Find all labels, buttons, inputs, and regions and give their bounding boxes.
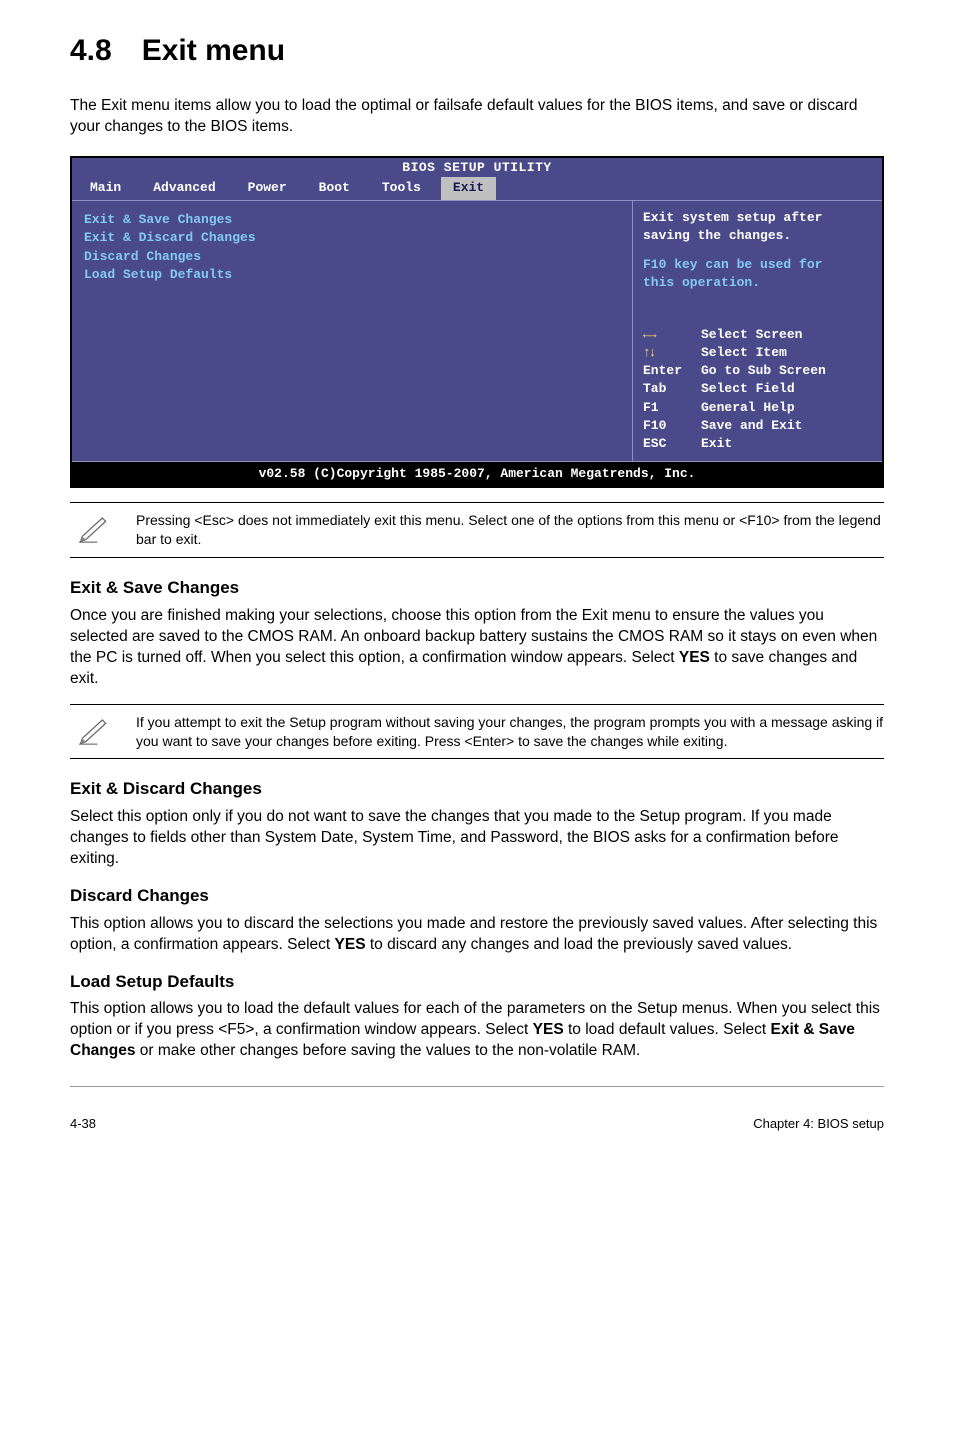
bios-legend-row: TabSelect Field [643, 380, 872, 398]
bios-help-line: this operation. [643, 274, 872, 292]
bios-right-panel: Exit system setup after saving the chang… [632, 201, 882, 461]
bios-copyright-footer: v02.58 (C)Copyright 1985-2007, American … [72, 461, 882, 486]
bios-legend-label: Select Field [701, 380, 795, 398]
bios-legend-key: Enter [643, 362, 701, 380]
note-text: Pressing <Esc> does not immediately exit… [118, 511, 884, 549]
bios-legend-key: F10 [643, 417, 701, 435]
intro-paragraph: The Exit menu items allow you to load th… [70, 96, 884, 138]
chapter-label: Chapter 4: BIOS setup [753, 1115, 884, 1133]
bios-menu-item: Exit & Save Changes [84, 211, 620, 229]
bios-key-legend: ←→Select Screen ↑↓Select Item EnterGo to… [643, 326, 872, 453]
section-body-save: Once you are finished making your select… [70, 606, 884, 690]
bios-tab-row: Main Advanced Power Boot Tools Exit [72, 177, 882, 201]
bios-help-line: saving the changes. [643, 227, 872, 245]
bios-title: BIOS SETUP UTILITY [72, 158, 882, 177]
bios-legend-row: EnterGo to Sub Screen [643, 362, 872, 380]
bios-legend-label: General Help [701, 399, 795, 417]
bios-legend-key: Tab [643, 380, 701, 398]
heading-title: Exit menu [142, 30, 285, 72]
pencil-note-icon [70, 511, 118, 543]
bios-menu-item: Discard Changes [84, 248, 620, 266]
bios-help-text: Exit system setup after saving the chang… [643, 209, 872, 292]
note-block: If you attempt to exit the Setup program… [70, 704, 884, 760]
note-text: If you attempt to exit the Setup program… [118, 713, 884, 751]
bios-legend-key: ESC [643, 435, 701, 453]
bios-help-line: Exit system setup after [643, 209, 872, 227]
section-body-discard-exit: Select this option only if you do not wa… [70, 807, 884, 870]
arrows-ud-icon: ↑↓ [643, 344, 701, 362]
bios-tab-power: Power [236, 177, 299, 200]
bios-legend-label: Select Screen [701, 326, 802, 344]
section-heading-defaults: Load Setup Defaults [70, 970, 884, 994]
note-block: Pressing <Esc> does not immediately exit… [70, 502, 884, 558]
bios-menu-item: Exit & Discard Changes [84, 229, 620, 247]
bios-menu-item: Load Setup Defaults [84, 266, 620, 284]
bios-legend-row: F1General Help [643, 399, 872, 417]
bios-legend-key: F1 [643, 399, 701, 417]
bios-help-line: F10 key can be used for [643, 256, 872, 274]
page-heading: 4.8 Exit menu [70, 30, 884, 72]
pencil-note-icon [70, 713, 118, 745]
section-heading-discard-exit: Exit & Discard Changes [70, 777, 884, 801]
bios-legend-row: ↑↓Select Item [643, 344, 872, 362]
section-body-defaults: This option allows you to load the defau… [70, 999, 884, 1062]
section-heading-discard: Discard Changes [70, 884, 884, 908]
bios-legend-label: Go to Sub Screen [701, 362, 826, 380]
bios-legend-row: F10Save and Exit [643, 417, 872, 435]
heading-number: 4.8 [70, 30, 112, 72]
bios-legend-row: ←→Select Screen [643, 326, 872, 344]
page-footer: 4-38 Chapter 4: BIOS setup [70, 1086, 884, 1133]
bios-tab-boot: Boot [307, 177, 362, 200]
bios-tab-exit: Exit [441, 177, 496, 200]
bios-legend-label: Exit [701, 435, 732, 453]
arrows-lr-icon: ←→ [643, 326, 701, 344]
bios-tab-tools: Tools [370, 177, 433, 200]
bios-tab-advanced: Advanced [141, 177, 227, 200]
bios-left-panel: Exit & Save Changes Exit & Discard Chang… [72, 201, 632, 461]
section-heading-save: Exit & Save Changes [70, 576, 884, 600]
bios-legend-label: Select Item [701, 344, 787, 362]
bios-legend-label: Save and Exit [701, 417, 802, 435]
bios-body: Exit & Save Changes Exit & Discard Chang… [72, 201, 882, 461]
bios-tab-main: Main [78, 177, 133, 200]
bios-legend-row: ESCExit [643, 435, 872, 453]
bios-screenshot: BIOS SETUP UTILITY Main Advanced Power B… [70, 156, 884, 489]
page-number: 4-38 [70, 1115, 96, 1133]
section-body-discard: This option allows you to discard the se… [70, 914, 884, 956]
